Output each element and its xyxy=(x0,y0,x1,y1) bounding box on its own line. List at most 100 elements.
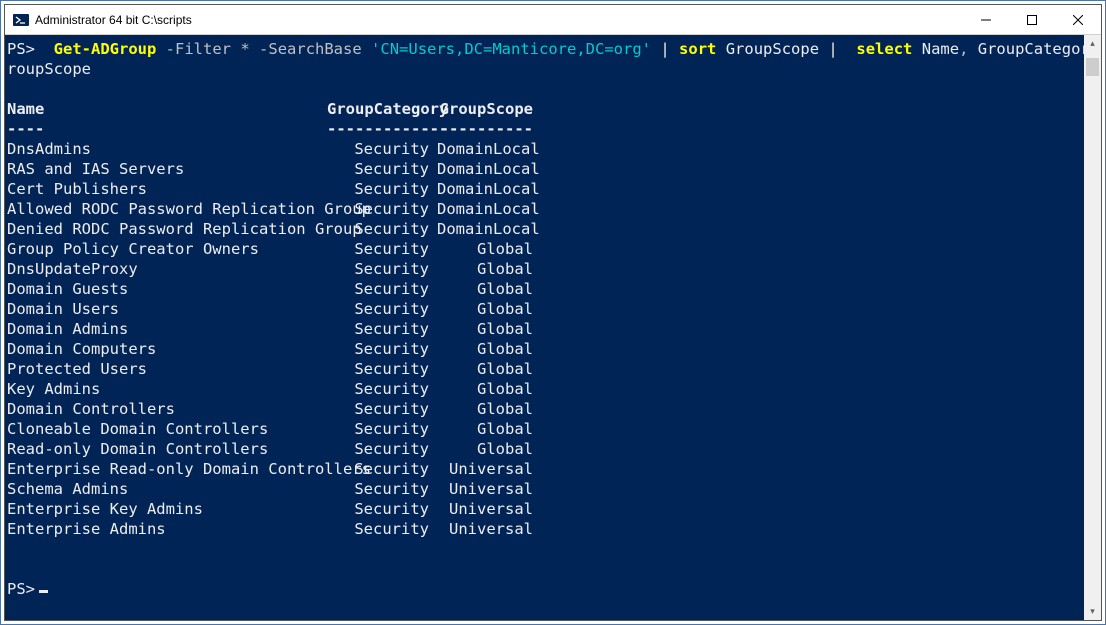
table-row: Cert PublishersSecurityDomainLocal xyxy=(7,179,1084,199)
cell-name: Domain Users xyxy=(7,299,327,319)
cell-scope: DomainLocal xyxy=(437,219,533,239)
table-row: Denied RODC Password Replication GroupSe… xyxy=(7,219,1084,239)
cell-name: Read-only Domain Controllers xyxy=(7,439,327,459)
client-area: PS> Get-ADGroup -Filter * -SearchBase 'C… xyxy=(5,35,1101,620)
cell-name: RAS and IAS Servers xyxy=(7,159,327,179)
select-arg-category: GroupCategory xyxy=(978,40,1084,58)
command-line: PS> Get-ADGroup -Filter * -SearchBase 'C… xyxy=(7,39,1084,59)
cell-scope: Global xyxy=(437,379,533,399)
cell-category: Security xyxy=(327,239,437,259)
cell-name: Protected Users xyxy=(7,359,327,379)
cell-category: Security xyxy=(327,439,437,459)
cell-name: Enterprise Admins xyxy=(7,519,327,539)
cell-scope: DomainLocal xyxy=(437,139,533,159)
terminal[interactable]: PS> Get-ADGroup -Filter * -SearchBase 'C… xyxy=(5,35,1084,620)
sort-arg: GroupScope xyxy=(726,40,819,58)
table-row: Enterprise Read-only Domain ControllersS… xyxy=(7,459,1084,479)
prompt: PS> xyxy=(7,40,35,58)
powershell-icon xyxy=(13,12,29,28)
cmdlet-sort: sort xyxy=(679,40,716,58)
cell-scope: Universal xyxy=(437,459,533,479)
table-row: RAS and IAS ServersSecurityDomainLocal xyxy=(7,159,1084,179)
param-filter: -Filter xyxy=(166,40,231,58)
cell-category: Security xyxy=(327,159,437,179)
cell-category: Security xyxy=(327,499,437,519)
cell-name: Domain Computers xyxy=(7,339,327,359)
table-header: NameGroupCategoryGroupScope xyxy=(7,99,1084,119)
output-table: NameGroupCategoryGroupScope-------------… xyxy=(7,99,1084,539)
cell-name: Group Policy Creator Owners xyxy=(7,239,327,259)
cmdlet-select: select xyxy=(856,40,912,58)
cell-category: Security xyxy=(327,199,437,219)
cell-category: Security xyxy=(327,359,437,379)
table-row: Domain ControllersSecurityGlobal xyxy=(7,399,1084,419)
maximize-button[interactable] xyxy=(1009,5,1055,35)
cell-name: Schema Admins xyxy=(7,479,327,499)
prompt-line: PS> xyxy=(7,579,1084,599)
cell-scope: Global xyxy=(437,259,533,279)
scrollbar-thumb[interactable] xyxy=(1086,58,1099,76)
cell-category: Security xyxy=(327,219,437,239)
cell-category: Security xyxy=(327,419,437,439)
cell-name: Denied RODC Password Replication Group xyxy=(7,219,327,239)
cell-category: Security xyxy=(327,259,437,279)
vertical-scrollbar[interactable]: ▴ ▾ xyxy=(1084,35,1101,620)
cell-scope: Global xyxy=(437,279,533,299)
chevron-down-icon: ▾ xyxy=(1090,606,1095,617)
cell-scope: Universal xyxy=(437,519,533,539)
close-button[interactable] xyxy=(1055,5,1101,35)
table-row: Protected UsersSecurityGlobal xyxy=(7,359,1084,379)
cell-scope: Global xyxy=(437,299,533,319)
table-row: Group Policy Creator OwnersSecurityGloba… xyxy=(7,239,1084,259)
cell-scope: DomainLocal xyxy=(437,199,533,219)
filter-star: * xyxy=(240,40,249,58)
select-arg-scope-part2: roupScope xyxy=(7,60,91,78)
cell-name: Key Admins xyxy=(7,379,327,399)
cell-scope: Global xyxy=(437,319,533,339)
cell-scope: Global xyxy=(437,439,533,459)
cell-name: DnsAdmins xyxy=(7,139,327,159)
cell-name: Cloneable Domain Controllers xyxy=(7,419,327,439)
cell-name: Allowed RODC Password Replication Group xyxy=(7,199,327,219)
table-row: Read-only Domain ControllersSecurityGlob… xyxy=(7,439,1084,459)
scroll-down-button[interactable]: ▾ xyxy=(1084,603,1101,620)
table-row: DnsUpdateProxySecurityGlobal xyxy=(7,259,1084,279)
window-title: Administrator 64 bit C:\scripts xyxy=(35,13,192,27)
scroll-up-button[interactable]: ▴ xyxy=(1084,35,1101,52)
cell-scope: Global xyxy=(437,359,533,379)
cell-category: Security xyxy=(327,179,437,199)
scrollbar-track[interactable] xyxy=(1084,52,1101,603)
table-row: Enterprise Key AdminsSecurityUniversal xyxy=(7,499,1084,519)
table-row: Enterprise AdminsSecurityUniversal xyxy=(7,519,1084,539)
header-name: Name xyxy=(7,99,327,119)
cell-category: Security xyxy=(327,399,437,419)
cell-name: Domain Guests xyxy=(7,279,327,299)
cmdlet-getadgroup: Get-ADGroup xyxy=(54,40,157,58)
cell-category: Security xyxy=(327,339,437,359)
select-arg-name: Name xyxy=(922,40,959,58)
cell-category: Security xyxy=(327,519,437,539)
header-scope: GroupScope xyxy=(437,99,533,119)
cell-name: Cert Publishers xyxy=(7,179,327,199)
table-row: Schema AdminsSecurityUniversal xyxy=(7,479,1084,499)
cell-scope: Global xyxy=(437,339,533,359)
param-searchbase: -SearchBase xyxy=(259,40,362,58)
minimize-button[interactable] xyxy=(963,5,1009,35)
table-row: Key AdminsSecurityGlobal xyxy=(7,379,1084,399)
cell-scope: Global xyxy=(437,399,533,419)
table-row: Cloneable Domain ControllersSecurityGlob… xyxy=(7,419,1084,439)
window: Administrator 64 bit C:\scripts PS> Get-… xyxy=(4,4,1102,621)
chevron-up-icon: ▴ xyxy=(1090,38,1095,49)
table-row: Domain AdminsSecurityGlobal xyxy=(7,319,1084,339)
cell-category: Security xyxy=(327,479,437,499)
cell-name: Enterprise Key Admins xyxy=(7,499,327,519)
cell-category: Security xyxy=(327,299,437,319)
comma-1: , xyxy=(959,40,968,58)
prompt-2: PS> xyxy=(7,580,35,598)
command-line-wrap: roupScope xyxy=(7,59,1084,79)
titlebar[interactable]: Administrator 64 bit C:\scripts xyxy=(5,5,1101,35)
cell-scope: DomainLocal xyxy=(437,179,533,199)
cell-scope: DomainLocal xyxy=(437,159,533,179)
cell-category: Security xyxy=(327,139,437,159)
cell-category: Security xyxy=(327,319,437,339)
